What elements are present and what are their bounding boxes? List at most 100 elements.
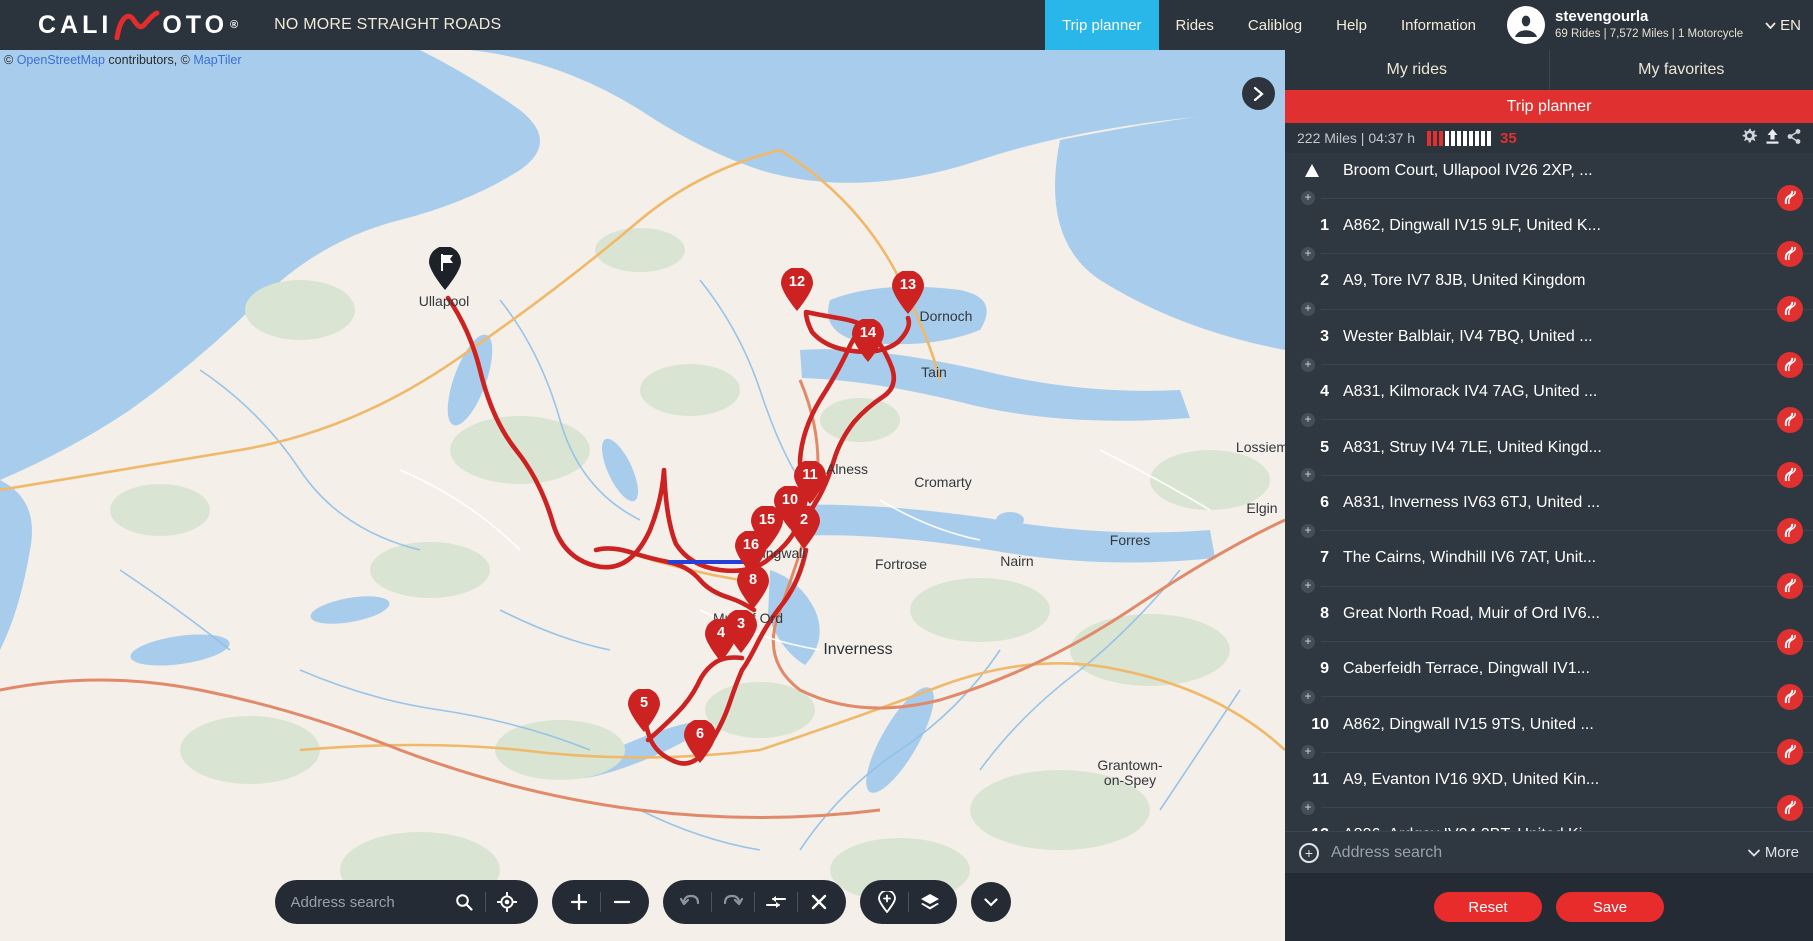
more-options-link[interactable]: More xyxy=(1747,844,1799,861)
plus-icon[interactable]: + xyxy=(1301,246,1315,261)
map-marker-start[interactable] xyxy=(428,247,462,291)
waypoint-row-2[interactable]: 2 A9, Tore IV7 8JB, United Kingdom xyxy=(1285,264,1813,299)
insert-waypoint-row[interactable]: + xyxy=(1285,185,1813,212)
insert-waypoint-row[interactable]: + xyxy=(1285,240,1813,267)
panel-tabs: My rides My favorites xyxy=(1285,50,1813,90)
add-waypoint-button[interactable] xyxy=(866,880,908,924)
map-marker-13[interactable]: 13 xyxy=(891,271,925,315)
curviness-toggle-button[interactable] xyxy=(1777,683,1803,710)
curviness-toggle-button[interactable] xyxy=(1777,573,1803,600)
clear-route-button[interactable] xyxy=(798,880,840,924)
toolbar-expand-button[interactable] xyxy=(970,882,1011,922)
nav-item-trip-planner[interactable]: Trip planner xyxy=(1045,0,1159,50)
insert-waypoint-row[interactable]: + xyxy=(1285,296,1813,323)
panel-address-search-input[interactable] xyxy=(1331,843,1736,862)
map-marker-6[interactable]: 6 xyxy=(683,720,717,764)
waypoint-row-3[interactable]: 3 Wester Balblair, IV4 7BQ, United ... xyxy=(1285,319,1813,354)
zoom-in-button[interactable] xyxy=(558,880,600,924)
insert-waypoint-row[interactable]: + xyxy=(1285,351,1813,378)
insert-waypoint-row[interactable]: + xyxy=(1285,628,1813,655)
waypoint-row-8[interactable]: 8 Great North Road, Muir of Ord IV6... xyxy=(1285,596,1813,631)
waypoint-row-5[interactable]: 5 A831, Struy IV4 7LE, United Kingd... xyxy=(1285,430,1813,465)
curvy-road-icon xyxy=(1784,301,1796,316)
waypoint-row-6[interactable]: 6 A831, Inverness IV63 6TJ, United ... xyxy=(1285,485,1813,520)
language-selector[interactable]: EN xyxy=(1765,17,1801,34)
waypoint-row-1[interactable]: 1 A862, Dingwall IV15 9LF, United K... xyxy=(1285,208,1813,243)
plus-icon[interactable]: + xyxy=(1301,579,1315,594)
insert-waypoint-row[interactable]: + xyxy=(1285,517,1813,544)
curviness-toggle-button[interactable] xyxy=(1777,406,1803,433)
plus-icon[interactable]: + xyxy=(1301,412,1315,427)
nav-item-information[interactable]: Information xyxy=(1384,0,1493,50)
undo-button[interactable] xyxy=(669,880,711,924)
plus-icon[interactable]: + xyxy=(1301,302,1315,317)
map-view[interactable]: © OpenStreetMap contributors, © MapTiler… xyxy=(0,50,1285,941)
brand-logo[interactable]: CALI OTO ® xyxy=(38,10,242,41)
settings-gear-button[interactable] xyxy=(1741,128,1758,148)
tab-my-rides[interactable]: My rides xyxy=(1285,50,1549,90)
waypoint-row-start[interactable]: Broom Court, Ullapool IV26 2XP, ... xyxy=(1285,153,1813,188)
curviness-meter: 35 xyxy=(1427,130,1517,147)
redo-button[interactable] xyxy=(712,880,754,924)
curviness-toggle-button[interactable] xyxy=(1777,517,1803,544)
map-search-input[interactable] xyxy=(290,893,443,911)
curviness-toggle-button[interactable] xyxy=(1777,240,1803,267)
waypoint-row-10[interactable]: 10 A862, Dingwall IV15 9TS, United ... xyxy=(1285,707,1813,742)
reverse-route-button[interactable] xyxy=(755,880,797,924)
map-label-elgin: Elgin xyxy=(1246,500,1278,516)
map-marker-12[interactable]: 12 xyxy=(780,268,814,312)
nav-item-caliblog[interactable]: Caliblog xyxy=(1231,0,1319,50)
reset-button[interactable]: Reset xyxy=(1434,892,1542,922)
map-marker-2[interactable]: 2 xyxy=(787,506,821,550)
map-marker-8[interactable]: 8 xyxy=(736,566,770,610)
plus-icon[interactable]: + xyxy=(1301,523,1315,538)
plus-icon[interactable]: + xyxy=(1301,468,1315,483)
waypoint-label: A862, Dingwall IV15 9TS, United ... xyxy=(1343,715,1594,733)
waypoint-row-9[interactable]: 9 Caberfeidh Terrace, Dingwall IV1... xyxy=(1285,652,1813,687)
brand-part-oto: OTO xyxy=(162,10,229,39)
add-address-icon[interactable]: + xyxy=(1299,842,1319,863)
curviness-toggle-button[interactable] xyxy=(1777,296,1803,323)
insert-waypoint-row[interactable]: + xyxy=(1285,462,1813,489)
locate-me-button[interactable] xyxy=(486,880,528,924)
plus-icon[interactable]: + xyxy=(1301,191,1315,206)
insert-waypoint-row[interactable]: + xyxy=(1285,573,1813,600)
map-marker-14[interactable]: 14 xyxy=(851,319,885,363)
waypoint-row-11[interactable]: 11 A9, Evanton IV16 9XD, United Kin... xyxy=(1285,762,1813,797)
curvy-road-icon xyxy=(1784,523,1796,537)
insert-waypoint-row[interactable]: + xyxy=(1285,406,1813,433)
panel-collapse-button[interactable] xyxy=(1242,77,1275,110)
nav-item-rides[interactable]: Rides xyxy=(1159,0,1231,50)
waypoint-row-7[interactable]: 7 The Cairns, Windhill IV6 7AT, Unit... xyxy=(1285,541,1813,576)
map-marker-5[interactable]: 5 xyxy=(627,689,661,733)
map-marker-4[interactable]: 4 xyxy=(704,619,738,663)
avatar[interactable] xyxy=(1507,6,1546,44)
curviness-toggle-button[interactable] xyxy=(1777,628,1803,655)
map-layers-button[interactable] xyxy=(909,880,951,924)
attrib-maptiler-link[interactable]: MapTiler xyxy=(193,53,241,67)
curviness-toggle-button[interactable] xyxy=(1777,351,1803,378)
plus-icon[interactable]: + xyxy=(1301,357,1315,372)
map-layers-group xyxy=(859,880,957,924)
nav-item-help[interactable]: Help xyxy=(1319,0,1384,50)
waypoint-row-12[interactable]: 12 A836, Ardgay IV24 3BT, United Ki... xyxy=(1285,818,1813,831)
zoom-out-button[interactable] xyxy=(601,880,643,924)
waypoint-list[interactable]: Broom Court, Ullapool IV26 2XP, ... + 1 … xyxy=(1285,153,1813,831)
plus-icon[interactable]: + xyxy=(1301,634,1315,649)
more-options-button[interactable] xyxy=(1787,128,1801,148)
export-upload-button[interactable] xyxy=(1765,128,1780,148)
insert-waypoint-row[interactable]: + xyxy=(1285,739,1813,766)
attrib-openstreetmap-link[interactable]: OpenStreetMap xyxy=(17,53,105,67)
tab-my-favorites[interactable]: My favorites xyxy=(1548,50,1813,90)
plus-icon[interactable]: + xyxy=(1301,800,1315,815)
save-button[interactable]: Save xyxy=(1556,892,1664,922)
insert-waypoint-row[interactable]: + xyxy=(1285,683,1813,710)
waypoint-row-4[interactable]: 4 A831, Kilmorack IV4 7AG, United ... xyxy=(1285,375,1813,410)
plus-icon[interactable]: + xyxy=(1301,745,1315,760)
plus-icon[interactable]: + xyxy=(1301,689,1315,704)
user-account[interactable]: stevengourla 69 Rides | 7,572 Miles | 1 … xyxy=(1507,6,1743,44)
curviness-toggle-button[interactable] xyxy=(1777,794,1803,821)
search-button[interactable] xyxy=(443,880,485,924)
insert-waypoint-row[interactable]: + xyxy=(1285,794,1813,821)
map-pin-icon xyxy=(628,689,660,732)
